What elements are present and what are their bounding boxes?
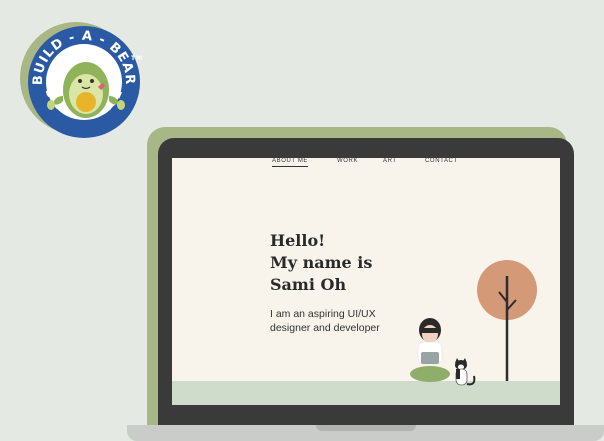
tree-icon <box>477 260 537 382</box>
nav-contact[interactable]: CONTACT <box>425 158 458 164</box>
ground <box>172 381 560 405</box>
nav-work[interactable]: WORK <box>337 158 358 164</box>
laptop-screen: ABOUT ME WORK ART CONTACT Hello! My name… <box>172 158 560 405</box>
hero-subtitle: I am an aspiring UI/UX designer and deve… <box>270 308 380 334</box>
hero-line-1: Hello! <box>270 231 326 250</box>
hero-line-3: Sami Oh <box>270 275 347 294</box>
build-a-bear-badge: BUILD - A - BEAR TM EST. FALL 2021 <box>18 14 148 144</box>
hero-line-2: My name is <box>270 253 373 272</box>
hero-heading: Hello! My name is Sami Oh <box>270 230 372 296</box>
cat-icon <box>455 358 476 386</box>
badge-graphic: BUILD - A - BEAR TM EST. FALL 2021 <box>18 14 143 138</box>
badge-trademark: TM <box>131 55 143 62</box>
nav-art[interactable]: ART <box>383 158 397 164</box>
girl-with-laptop-icon <box>410 318 450 382</box>
nav-about-me[interactable]: ABOUT ME <box>272 158 309 167</box>
laptop-notch <box>316 425 416 431</box>
